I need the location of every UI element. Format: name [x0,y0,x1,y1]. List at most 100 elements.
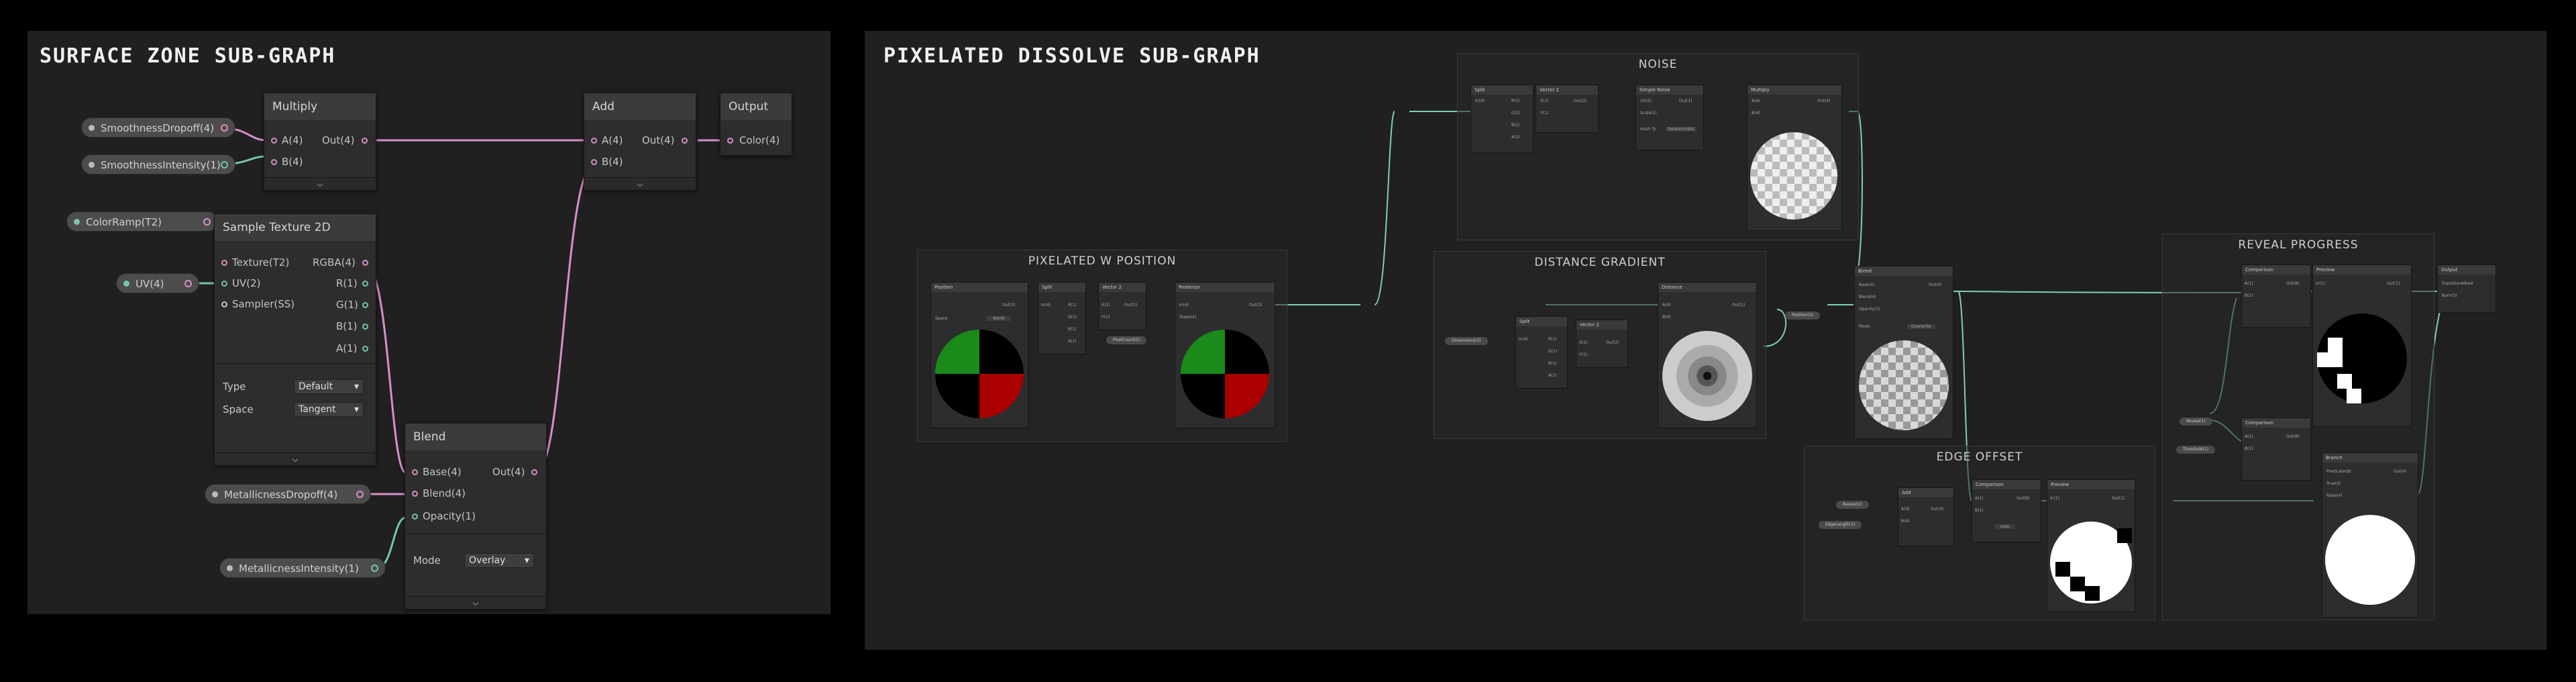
output-port[interactable] [356,491,364,498]
comparison-dropdown[interactable]: Less [1995,524,2015,529]
property-metallicness-intensity[interactable]: MetallicnessIntensity(1) [219,558,386,578]
output-port-a[interactable] [362,346,368,352]
port-label: B(4) [602,156,623,168]
split-node-noise[interactable]: Split In(4) R(1) G(1) B(1) A(1) [1470,85,1534,153]
simple-noise-node[interactable]: Simple Noise UV(2) Scale(1) Out(1) Hash … [1635,85,1704,150]
input-port-b[interactable] [271,159,277,165]
property-smoothness-intensity[interactable]: SmoothnessIntensity(1) [81,154,235,175]
comparison-node-reveal-2[interactable]: Comparison A(1) B(1) Out(B) [2241,418,2311,481]
collapse-chevron-icon[interactable]: ⌵ [584,177,696,190]
port-label: Out(4) [642,134,675,146]
position-node[interactable]: Position Out(3) Space World [930,282,1028,428]
output-port[interactable] [203,218,211,226]
input-port-b[interactable] [591,159,597,165]
pixel-block [2055,562,2070,577]
input-port-a[interactable] [591,138,597,144]
node-separator [215,363,376,364]
port-label: In(4) [1179,303,1189,307]
blend-preview [1859,340,1949,430]
output-port-rgba[interactable] [362,260,368,266]
split-node-pixel[interactable]: Split In(4) R(1) G(1) B(1) A(1) [1038,282,1086,354]
port-label: Out(4) [1929,283,1942,287]
input-port-uv[interactable] [221,281,227,287]
output-port[interactable] [531,469,537,475]
sample-texture-2d-node[interactable]: Sample Texture 2D Texture(T2) UV(2) Samp… [214,213,376,466]
output-port-b[interactable] [362,324,368,330]
port-label: B(4) [1662,315,1671,320]
port-label: True(4) [2326,481,2341,486]
pixelated-dissolve-canvas[interactable]: PIXELATED DISSOLVE SUB-GRAPH NOISE PIXEL… [865,31,2546,650]
distance-node[interactable]: Distance A(4) B(4) Out(1) [1658,282,1757,428]
type-dropdown[interactable]: Default [294,379,364,394]
preview-node-edge[interactable]: Preview In(1) Out(1) [2047,479,2135,612]
output-port[interactable] [682,138,688,144]
output-port[interactable] [184,280,192,287]
output-node[interactable]: Output Color(4) [720,93,792,156]
port-label: Sampler(SS) [232,298,295,310]
multiply-node[interactable]: Multiply A(4) B(4) Out(4) ⌵ [264,93,376,191]
comparison-node-edge[interactable]: Comparison A(1) B(1) Out(B) Less [1972,479,2041,542]
space-dropdown[interactable]: Tangent [294,402,364,417]
input-port-a[interactable] [271,138,277,144]
node-title: Vector 2 [1536,85,1598,95]
port-label: R(1) [1511,99,1520,103]
property-color-ramp[interactable]: ColorRamp(T2) [66,211,218,232]
vector2-node-pixel[interactable]: Vector 2 X(1) Y(1) Out(2) [1098,282,1146,330]
node-title: Comparison [1972,480,2041,489]
blend-node-dissolve[interactable]: Blend Base(4) Blend(4) Opacity(1) Out(4)… [1854,266,1953,439]
port-label: G(1) [1511,111,1521,115]
input-port-blend[interactable] [412,491,418,497]
space-dropdown[interactable]: World [986,316,1012,321]
preview-node-reveal[interactable]: Preview In(1) Out(1) [2312,264,2412,427]
property-dimensions[interactable]: Dimensions(3) [1445,337,1488,345]
output-node-reveal[interactable]: Output TransitionAlbed Burn(3) [2437,264,2496,313]
node-title: Comparison [2242,418,2310,428]
add-node-edge[interactable]: Add A(4) B(4) Out(4) [1898,487,1954,546]
port-label: Scale(1) [1640,111,1657,115]
port-label: Out(4) [1931,507,1944,512]
property-reveal[interactable]: Reveal(1) [1836,501,1869,509]
posterize-node[interactable]: Posterize In(4) Steps(4) Out(3) [1175,282,1275,428]
vector2-node-noise[interactable]: Vector 2 X(1) Y(1) Out(2) [1536,85,1599,133]
output-port[interactable] [221,124,228,132]
property-reveal-2[interactable]: Reveal(1) [2180,418,2212,426]
output-port[interactable] [362,138,368,144]
port-label: Out(1) [1732,303,1746,307]
vector2-node-distance[interactable]: Vector 2 X(1) Y(1) Out(2) [1576,320,1628,368]
output-port-r[interactable] [362,281,368,287]
mode-label: Mode [413,554,441,567]
input-port-texture[interactable] [221,260,227,266]
port-label: A(1) [2245,281,2253,286]
property-threshold[interactable]: Threshold(1) [2176,446,2216,454]
input-port-opacity[interactable] [412,514,418,520]
output-port[interactable] [371,565,378,572]
surface-zone-canvas[interactable]: SURFACE ZONE SUB-GRAPH SmoothnessDropoff… [28,31,830,614]
property-edge-length[interactable]: EdgeLength(1) [1819,521,1862,529]
multiply-node-noise[interactable]: Multiply A(4) B(4) Out(4) [1747,85,1842,231]
port-label: A(1) [1068,339,1077,344]
collapse-chevron-icon[interactable]: ⌵ [215,452,376,465]
blend-node[interactable]: Blend Base(4) Blend(4) Opacity(1) Out(4)… [405,423,547,610]
split-node-distance[interactable]: Split In(4) R(1) G(1) B(1) A(1) [1515,316,1568,389]
input-port-color[interactable] [727,138,733,144]
node-title: Output [2438,265,2496,275]
pixel-block [2337,374,2352,389]
output-port[interactable] [221,161,228,168]
collapse-chevron-icon[interactable]: ⌵ [405,596,546,609]
mode-dropdown[interactable]: Overlay [464,553,534,568]
node-title: Simple Noise [1636,85,1703,95]
property-uv[interactable]: UV(4) [116,273,199,293]
input-port-base[interactable] [412,469,418,475]
add-node[interactable]: Add A(4) B(4) Out(4) ⌵ [584,93,696,191]
mode-dropdown[interactable]: Overwrite [1907,324,1935,329]
property-pixel-count[interactable]: PixelCount(2) [1106,336,1147,344]
property-position[interactable]: Position(3) [1785,311,1820,320]
input-port-sampler[interactable] [221,301,227,307]
hash-type-dropdown[interactable]: Deterministic [1666,127,1697,132]
collapse-chevron-icon[interactable]: ⌵ [264,177,376,190]
comparison-node-reveal-1[interactable]: Comparison A(1) B(1) Out(B) [2241,264,2311,328]
property-metallicness-dropoff[interactable]: MetallicnessDropoff(4) [205,484,371,504]
output-port-g[interactable] [362,302,368,308]
branch-node[interactable]: Branch Predicate(B) True(4) False(4) Out… [2322,452,2418,618]
property-smoothness-dropoff[interactable]: SmoothnessDropoff(4) [81,117,235,138]
